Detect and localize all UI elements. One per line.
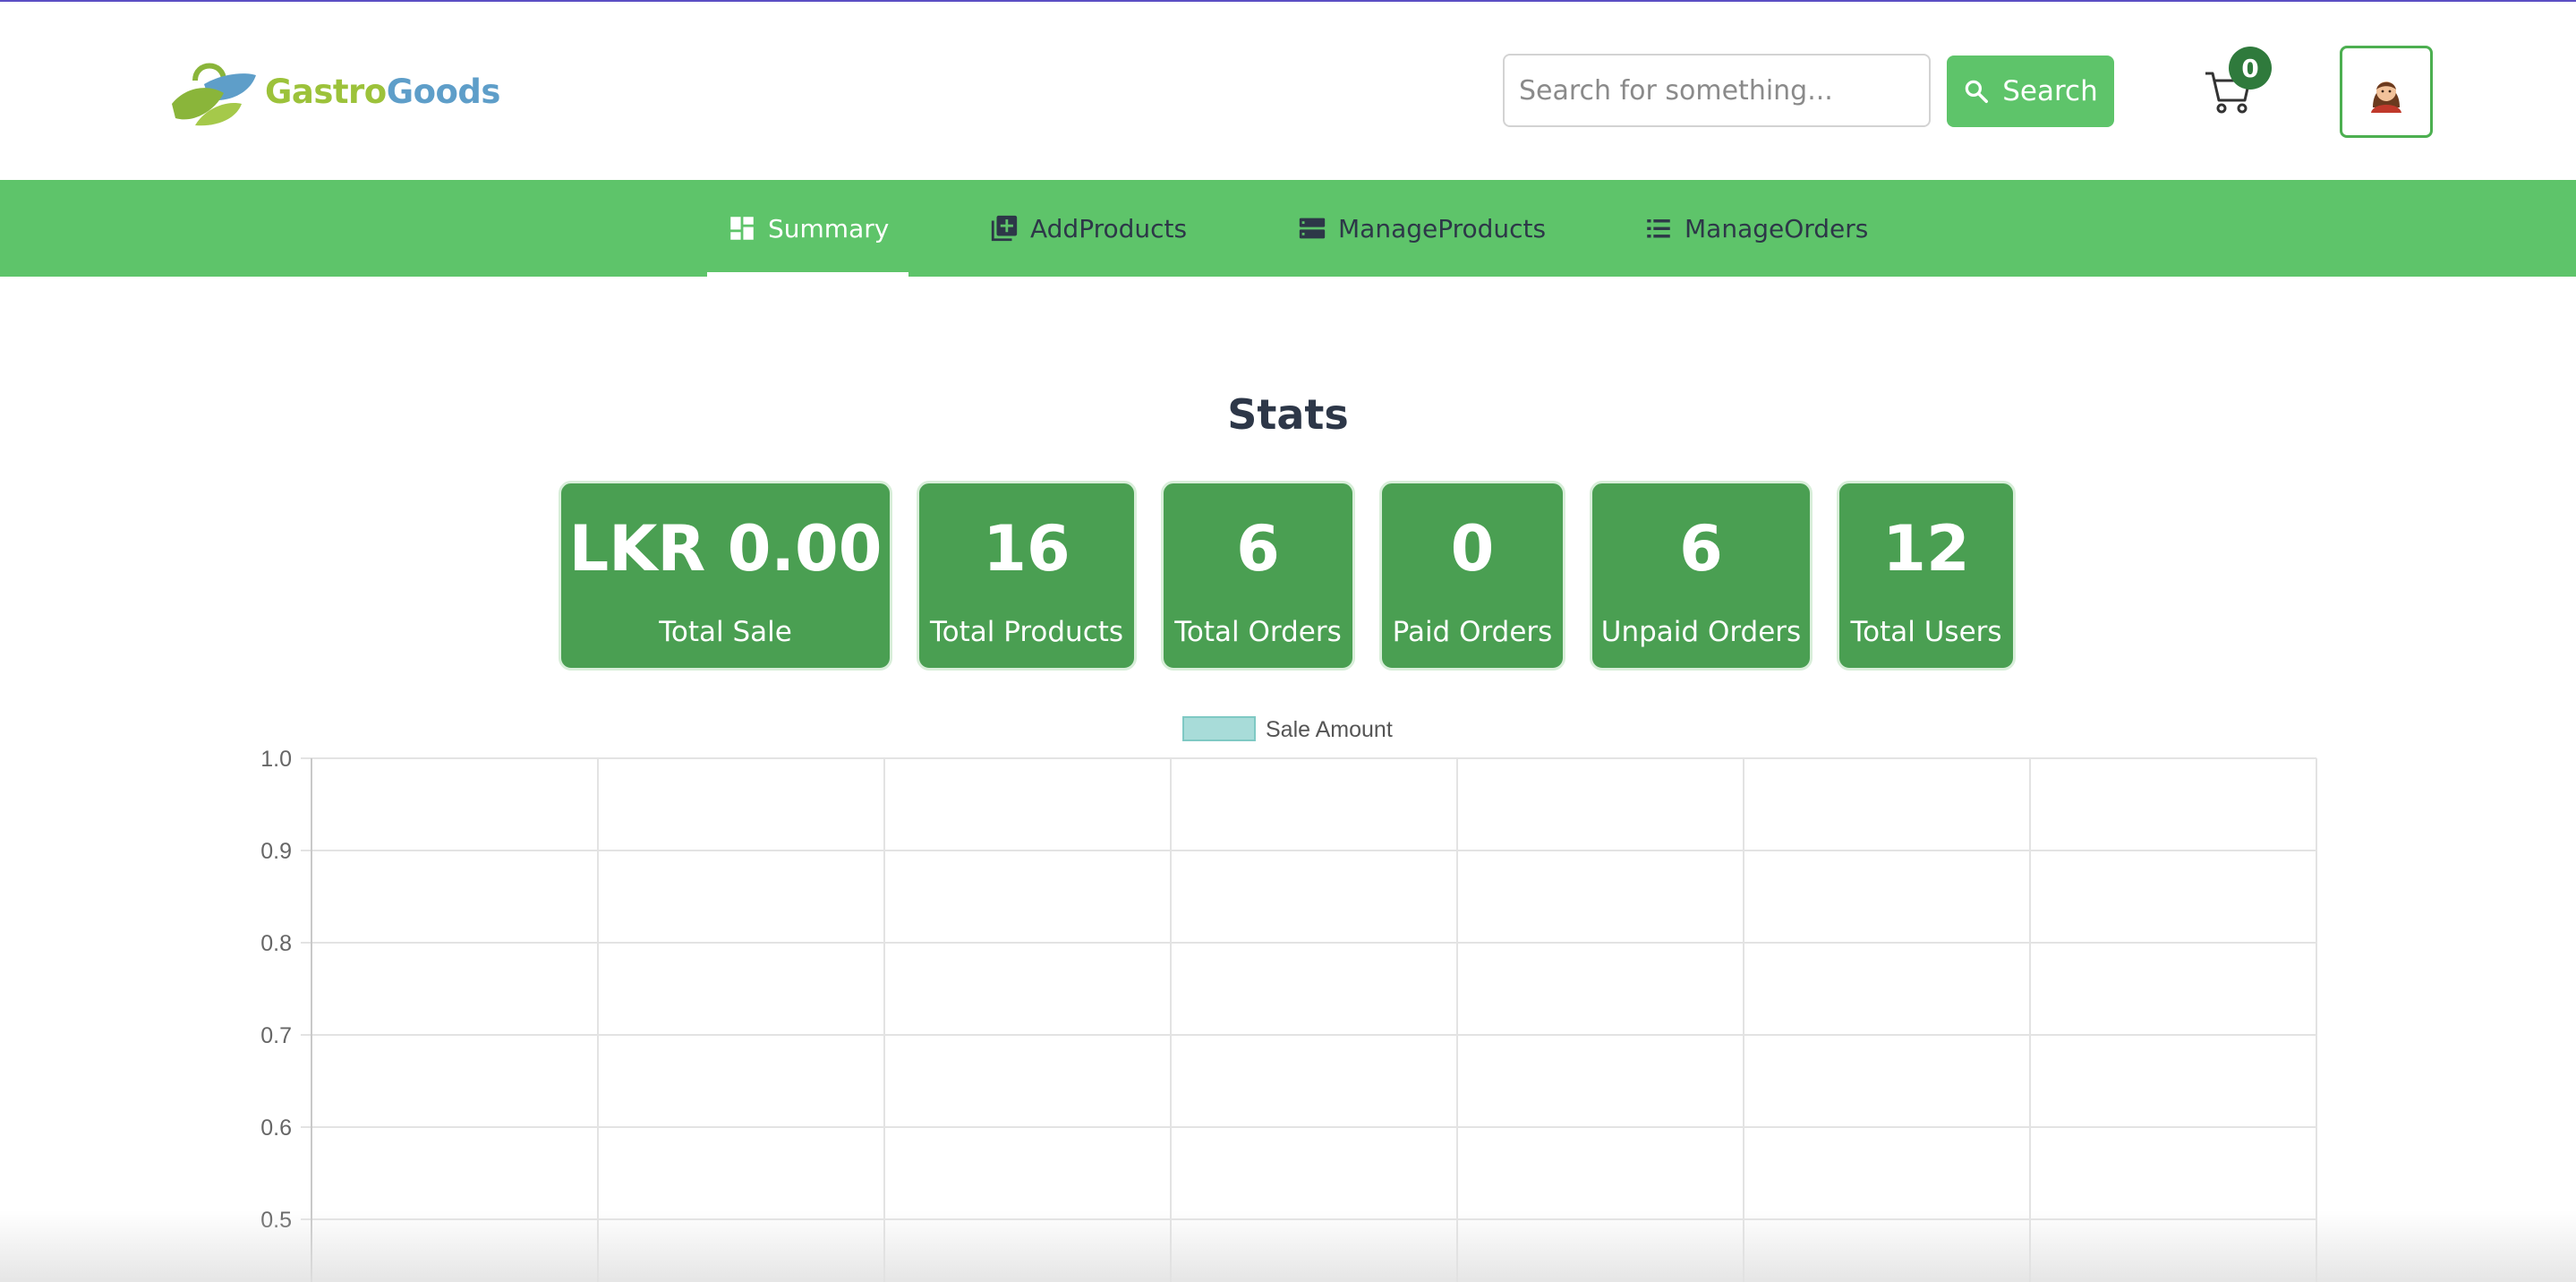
- chart-y-tick-label: 1.0: [260, 747, 292, 772]
- nav-tab-add-products-label: AddProducts: [1030, 213, 1188, 244]
- cart-count-badge: 0: [2229, 47, 2272, 90]
- chart-y-axis: 1.0 0.9 0.8 0.7 0.6 0.5: [260, 747, 292, 1233]
- add-box-icon: [991, 215, 1018, 242]
- chart-legend[interactable]: Sale Amount: [1182, 716, 1393, 742]
- legend-swatch: [1182, 716, 1256, 741]
- stat-value: 0: [1450, 512, 1495, 585]
- admin-dashboard-page: GastroGoods Search 0: [0, 0, 2576, 1282]
- brand-name-part1: Gastro: [265, 72, 387, 111]
- sales-chart-svg: 1.0 0.9 0.8 0.7 0.6 0.5 Sale Amount: [260, 716, 2317, 1282]
- search-input[interactable]: [1503, 54, 1931, 127]
- dashboard-icon: [730, 217, 754, 240]
- storage-icon: [1299, 218, 1326, 239]
- stat-card-paid-orders: 0 Paid Orders: [1379, 481, 1565, 671]
- chart-y-tick-label: 0.9: [260, 839, 292, 864]
- woman-avatar-icon: [2371, 81, 2401, 113]
- stat-value: 6: [1679, 512, 1723, 585]
- legend-label: Sale Amount: [1266, 717, 1393, 742]
- stat-card-total-users: 12 Total Users: [1837, 481, 2016, 671]
- chart-y-tick-label: 0.7: [260, 1023, 292, 1048]
- stat-value: 12: [1882, 512, 1970, 585]
- stats-title: Stats: [1227, 390, 1349, 439]
- stat-label: Paid Orders: [1392, 616, 1553, 648]
- nav-tab-manage-orders[interactable]: ManageOrders: [1643, 180, 1868, 277]
- chart-grid: [301, 757, 2317, 1282]
- stat-card-total-products: 16 Total Products: [917, 481, 1137, 671]
- chart-y-tick-label: 0.5: [260, 1208, 292, 1233]
- nav-tab-manage-products-label: ManageProducts: [1338, 213, 1547, 244]
- stat-label: Unpaid Orders: [1600, 616, 1802, 648]
- search-button-label: Search: [2002, 75, 2098, 107]
- brand-name-part2: Goods: [386, 72, 501, 111]
- basket-leaf-logo-icon: [172, 63, 256, 126]
- list-icon: [1647, 219, 1670, 238]
- nav-tab-summary[interactable]: Summary: [706, 180, 909, 277]
- stat-label: Total Users: [1850, 616, 2002, 648]
- nav-tab-summary-label: Summary: [768, 213, 890, 244]
- stat-card-total-sale: LKR 0.00 Total Sale: [559, 481, 892, 671]
- brand-logo[interactable]: GastroGoods: [168, 54, 500, 129]
- admin-nav-bar: Summary AddProducts ManageProducts Manag…: [0, 180, 2576, 277]
- stat-value: LKR 0.00: [568, 512, 883, 585]
- search-icon: [1965, 80, 1989, 103]
- stat-card-unpaid-orders: 6 Unpaid Orders: [1590, 481, 1813, 671]
- nav-tab-add-products[interactable]: AddProducts: [989, 180, 1187, 277]
- nav-tab-manage-products[interactable]: ManageProducts: [1297, 180, 1546, 277]
- stat-card-total-orders: 6 Total Orders: [1161, 481, 1355, 671]
- chart-y-tick-label: 0.6: [260, 1115, 292, 1141]
- brand-name: GastroGoods: [265, 73, 500, 111]
- stat-label: Total Orders: [1174, 616, 1342, 648]
- stat-label: Total Products: [929, 616, 1124, 648]
- stat-label: Total Sale: [659, 616, 792, 648]
- search-button[interactable]: Search: [1947, 56, 2114, 127]
- nav-tab-manage-orders-label: ManageOrders: [1685, 213, 1869, 244]
- stat-value: 16: [983, 512, 1070, 585]
- user-avatar-button[interactable]: [2340, 46, 2433, 138]
- sales-chart: 1.0 0.9 0.8 0.7 0.6 0.5 Sale Amount: [0, 698, 2576, 1282]
- stat-value: 6: [1236, 512, 1280, 585]
- chart-y-tick-label: 0.8: [260, 931, 292, 956]
- header: GastroGoods Search 0: [0, 2, 2576, 180]
